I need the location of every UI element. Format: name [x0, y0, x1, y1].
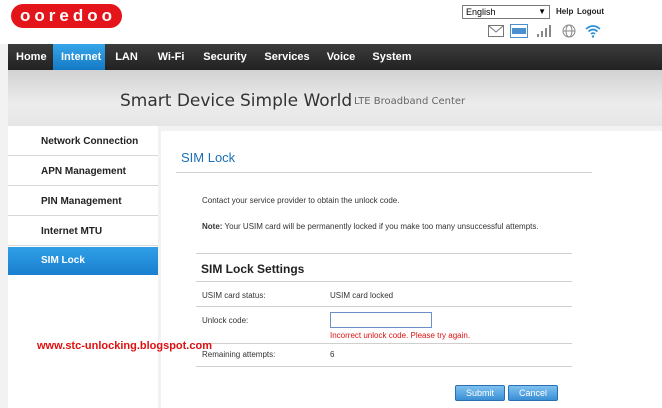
ooredoo-logo: o o r e d o o: [11, 4, 123, 28]
logout-link[interactable]: Logout: [577, 7, 604, 16]
banner-tagline-sub: LTE Broadband Center: [354, 96, 466, 107]
logo-letter: o: [20, 6, 32, 25]
nav-internet[interactable]: Internet: [53, 44, 105, 70]
language-selected: English: [466, 7, 496, 17]
sidebar: Network Connection APN Management PIN Ma…: [8, 126, 158, 408]
nav-lan[interactable]: LAN: [105, 44, 148, 70]
divider: [196, 306, 572, 307]
sidebar-item-pin-management[interactable]: PIN Management: [8, 188, 158, 216]
nav-wifi[interactable]: Wi-Fi: [148, 44, 194, 70]
usim-status-label: USIM card status:: [202, 291, 266, 300]
nav-security[interactable]: Security: [194, 44, 256, 70]
main-nav: Home Internet LAN Wi-Fi Security Service…: [8, 44, 662, 70]
signal-icon: [536, 24, 554, 38]
divider: [176, 172, 592, 173]
sidebar-item-sim-lock[interactable]: SIM Lock: [8, 247, 158, 275]
logo-letter: r: [48, 6, 57, 25]
nav-system[interactable]: System: [364, 44, 420, 70]
sms-icon[interactable]: [510, 24, 528, 38]
remaining-attempts-value: 6: [330, 350, 335, 359]
intro-text: Contact your service provider to obtain …: [202, 196, 400, 205]
section-title: SIM Lock Settings: [201, 262, 305, 276]
page-title: SIM Lock: [181, 150, 236, 165]
nav-voice[interactable]: Voice: [318, 44, 364, 70]
note-label: Note:: [202, 222, 223, 231]
banner-tagline-1: Smart Device: [120, 91, 235, 111]
unlock-code-label: Unlock code:: [202, 316, 249, 325]
watermark-text: www.stc-unlocking.blogspot.com: [37, 340, 212, 352]
chevron-down-icon: ▼: [538, 7, 546, 16]
logo-letter: d: [72, 6, 85, 25]
unlock-code-error: Incorrect unlock code. Please try again.: [330, 331, 471, 340]
wifi-icon: [585, 24, 601, 38]
remaining-attempts-label: Remaining attempts:: [202, 350, 276, 359]
note-text: Note: Your USIM card will be permanently…: [202, 222, 539, 231]
nav-services[interactable]: Services: [256, 44, 318, 70]
sidebar-item-apn-management[interactable]: APN Management: [8, 158, 158, 186]
divider: [196, 253, 572, 254]
banner-tagline-2: Simple World: [240, 91, 353, 111]
logo-letter: o: [34, 6, 46, 25]
divider: [196, 366, 572, 367]
cancel-button[interactable]: Cancel: [508, 385, 558, 401]
logo-letter: o: [101, 6, 114, 25]
divider: [196, 281, 572, 282]
submit-button[interactable]: Submit: [455, 385, 505, 401]
globe-icon: [561, 24, 577, 38]
nav-home[interactable]: Home: [8, 44, 53, 70]
logo-letter: o: [87, 6, 99, 25]
sidebar-item-internet-mtu[interactable]: Internet MTU: [8, 218, 158, 246]
help-link[interactable]: Help: [556, 7, 573, 16]
language-select[interactable]: English ▼: [462, 5, 550, 19]
usim-status-value: USIM card locked: [330, 291, 394, 300]
unlock-code-input[interactable]: [330, 312, 432, 328]
divider: [196, 343, 572, 344]
sidebar-item-network-connection[interactable]: Network Connection: [8, 128, 158, 156]
mail-icon[interactable]: [488, 24, 504, 38]
logo-letter: e: [59, 6, 70, 25]
note-body: Your USIM card will be permanently locke…: [224, 222, 539, 231]
